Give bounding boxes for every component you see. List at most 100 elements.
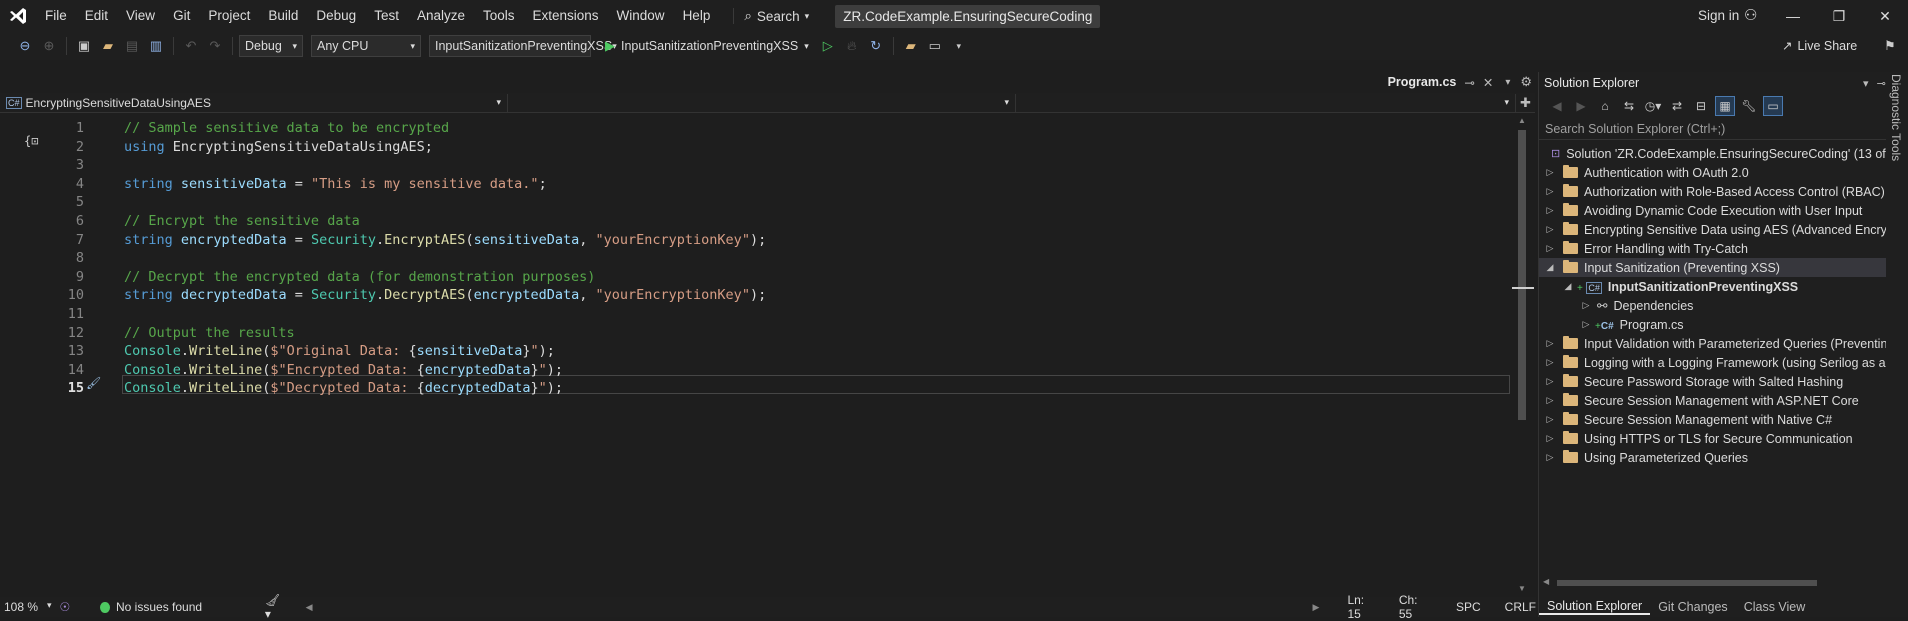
expand-arrow-icon[interactable]: ▷ xyxy=(1543,167,1557,178)
navigate-forward-icon[interactable]: ⊕ xyxy=(38,35,60,57)
menu-item-analyze[interactable]: Analyze xyxy=(408,0,474,32)
home-icon[interactable]: ⌂ xyxy=(1595,96,1615,116)
expand-arrow-icon[interactable]: ▷ xyxy=(1543,338,1557,349)
sync-icon[interactable]: ⇄ xyxy=(1667,96,1687,116)
tab-git-changes[interactable]: Git Changes xyxy=(1650,600,1735,614)
redo-icon[interactable]: ↷ xyxy=(204,35,226,57)
menu-item-git[interactable]: Git xyxy=(164,0,199,32)
settings-gear-icon[interactable]: ⚙ xyxy=(1516,74,1536,90)
code-line[interactable]: 2 using EncryptingSensitiveDataUsingAES; xyxy=(0,138,1512,157)
expand-arrow-icon[interactable]: ▷ xyxy=(1543,243,1557,254)
code-line[interactable]: 7 string encryptedData = Security.Encrypt… xyxy=(0,231,1512,250)
expand-arrow-icon[interactable]: ▷ xyxy=(1543,395,1557,406)
menu-item-debug[interactable]: Debug xyxy=(307,0,365,32)
tab-solution-explorer[interactable]: Solution Explorer xyxy=(1539,599,1651,615)
configuration-dropdown[interactable]: Debug ▾ xyxy=(239,35,303,57)
close-button[interactable]: ✕ xyxy=(1862,0,1908,32)
expand-arrow-icon[interactable]: ▷ xyxy=(1543,376,1557,387)
code-line[interactable]: 8 xyxy=(0,249,1512,268)
menu-item-file[interactable]: File xyxy=(36,0,76,32)
panel-options-icon[interactable]: ▾ xyxy=(1863,77,1869,90)
collapse-arrow-icon[interactable]: ◢ xyxy=(1561,281,1575,292)
editor-vertical-scrollbar[interactable]: ▲ ▼ xyxy=(1515,114,1529,600)
scroll-up-icon[interactable]: ▲ xyxy=(1518,116,1526,125)
code-line[interactable]: 9 // Decrypt the encrypted data (for demo… xyxy=(0,268,1512,287)
expand-arrow-icon[interactable]: ▷ xyxy=(1543,357,1557,368)
zoom-dropdown[interactable]: 108 % ▾ xyxy=(0,600,56,614)
expand-arrow-icon[interactable]: ▷ xyxy=(1579,300,1593,311)
tree-item[interactable]: ▷ Logging with a Logging Framework (using… xyxy=(1539,353,1889,372)
code-line[interactable]: 6 // Encrypt the sensitive data xyxy=(0,212,1512,231)
member-dropdown[interactable]: ▾ xyxy=(1016,93,1516,112)
code-cleanup-icon[interactable]: 🧹︎▾ xyxy=(265,593,284,621)
save-icon[interactable]: ▤ xyxy=(121,35,143,57)
expand-arrow-icon[interactable]: ▷ xyxy=(1543,414,1557,425)
menu-item-edit[interactable]: Edit xyxy=(76,0,117,32)
forward-icon[interactable]: ▶ xyxy=(1571,96,1591,116)
scroll-left-icon[interactable]: ◀ xyxy=(1543,577,1549,586)
tree-item[interactable]: ▷ Secure Session Management with ASP.NET … xyxy=(1539,391,1889,410)
tree-item[interactable]: ▷ Secure Session Management with Native C… xyxy=(1539,410,1889,429)
sign-in-link[interactable]: Sign in xyxy=(1698,8,1739,23)
back-icon[interactable]: ◀ xyxy=(1547,96,1567,116)
split-editor-icon[interactable]: ✚ xyxy=(1516,95,1535,111)
start-debugging-button[interactable]: ▶ InputSanitizationPreventingXSS ▾ xyxy=(599,38,815,54)
solution-explorer-search-input[interactable]: Search Solution Explorer (Ctrl+;) ⌕▾ xyxy=(1539,118,1908,140)
diagnostic-tools-side-tab[interactable]: Diagnostic Tools xyxy=(1886,72,1908,617)
code-line[interactable]: 14 Console.WriteLine($"Encrypted Data: {e… xyxy=(0,361,1512,380)
hot-reload-icon[interactable]: 🔥︎ xyxy=(841,35,863,57)
project-dropdown[interactable]: C# EncryptingSensitiveDataUsingAES ▾ xyxy=(0,93,508,112)
code-line[interactable]: 12 // Output the results xyxy=(0,324,1512,343)
save-all-icon[interactable]: ▥ xyxy=(145,35,167,57)
line-indicator[interactable]: Ln: 15 xyxy=(1347,593,1376,621)
tree-item[interactable]: ▷ +C# Program.cs xyxy=(1539,315,1889,334)
scrollbar-thumb[interactable] xyxy=(1518,130,1526,420)
splitter-handle[interactable] xyxy=(1512,287,1534,289)
pin-icon[interactable]: ⊸ xyxy=(1877,77,1886,90)
show-all-files-icon[interactable]: ▦ xyxy=(1715,96,1735,116)
properties-icon[interactable]: 🔧︎ xyxy=(1739,96,1759,116)
expand-arrow-icon[interactable]: ▷ xyxy=(1543,186,1557,197)
code-line[interactable]: 3 xyxy=(0,156,1512,175)
undo-icon[interactable]: ↶ xyxy=(180,35,202,57)
solution-node[interactable]: ⊡ Solution 'ZR.CodeExample.EnsuringSecure… xyxy=(1539,144,1889,163)
tree-item[interactable]: ▷ Authorization with Role-Based Access Co… xyxy=(1539,182,1889,201)
scrollbar-thumb[interactable] xyxy=(1557,580,1817,586)
tree-item[interactable]: ▷ Using Parameterized Queries xyxy=(1539,448,1889,467)
scroll-left-icon[interactable]: ◀ xyxy=(306,602,313,613)
tree-item[interactable]: ▷ ⚯ Dependencies xyxy=(1539,296,1889,315)
menu-item-extensions[interactable]: Extensions xyxy=(524,0,608,32)
code-line[interactable]: 1 // Sample sensitive data to be encrypte… xyxy=(0,119,1512,138)
pending-changes-filter-icon[interactable]: ◷▾ xyxy=(1643,96,1663,116)
scroll-right-icon[interactable]: ▶ xyxy=(1313,602,1320,613)
expand-arrow-icon[interactable]: ▷ xyxy=(1543,224,1557,235)
expand-arrow-icon[interactable]: ▷ xyxy=(1543,452,1557,463)
expand-arrow-icon[interactable]: ▷ xyxy=(1579,319,1593,330)
menu-item-test[interactable]: Test xyxy=(365,0,408,32)
tab-program-cs[interactable]: Program.cs ⊸ ✕ xyxy=(1382,72,1500,92)
menu-item-build[interactable]: Build xyxy=(259,0,307,32)
new-project-icon[interactable]: ▣ xyxy=(73,35,95,57)
navigate-back-icon[interactable]: ⊖ xyxy=(14,35,36,57)
line-ending-indicator[interactable]: CRLF xyxy=(1505,600,1536,614)
collapse-arrow-icon[interactable]: ◢ xyxy=(1543,262,1557,273)
tree-item[interactable]: ◢ Input Sanitization (Preventing XSS) xyxy=(1539,258,1889,277)
tree-item[interactable]: ◢ + C# InputSanitizationPreventingXSS xyxy=(1539,277,1889,296)
open-folder-icon[interactable]: ▰ xyxy=(97,35,119,57)
tree-item[interactable]: ▷ Using HTTPS or TLS for Secure Communica… xyxy=(1539,429,1889,448)
tree-item[interactable]: ▷ Authentication with OAuth 2.0 xyxy=(1539,163,1889,182)
menu-item-window[interactable]: Window xyxy=(608,0,674,32)
tree-horizontal-scrollbar[interactable]: ◀ ▶ xyxy=(1543,577,1903,589)
tree-item[interactable]: ▷ Secure Password Storage with Salted Has… xyxy=(1539,372,1889,391)
tree-item[interactable]: ▷ Encrypting Sensitive Data using AES (Ad… xyxy=(1539,220,1889,239)
preview-selected-icon[interactable]: ▭ xyxy=(1763,96,1783,116)
tree-item[interactable]: ▷ Avoiding Dynamic Code Execution with Us… xyxy=(1539,201,1889,220)
folder-icon[interactable]: ▰ xyxy=(900,35,922,57)
pin-icon[interactable]: ⊸ xyxy=(1464,75,1474,90)
tree-item[interactable]: ▷ Input Validation with Parameterized Que… xyxy=(1539,334,1889,353)
start-without-debugging-icon[interactable]: ▷ xyxy=(817,35,839,57)
live-share-button[interactable]: ↗ Live Share xyxy=(1782,38,1857,54)
scroll-down-icon[interactable]: ▼ xyxy=(1518,584,1526,593)
tree-item[interactable]: ▷ Error Handling with Try-Catch xyxy=(1539,239,1889,258)
tab-class-view[interactable]: Class View xyxy=(1736,600,1814,614)
